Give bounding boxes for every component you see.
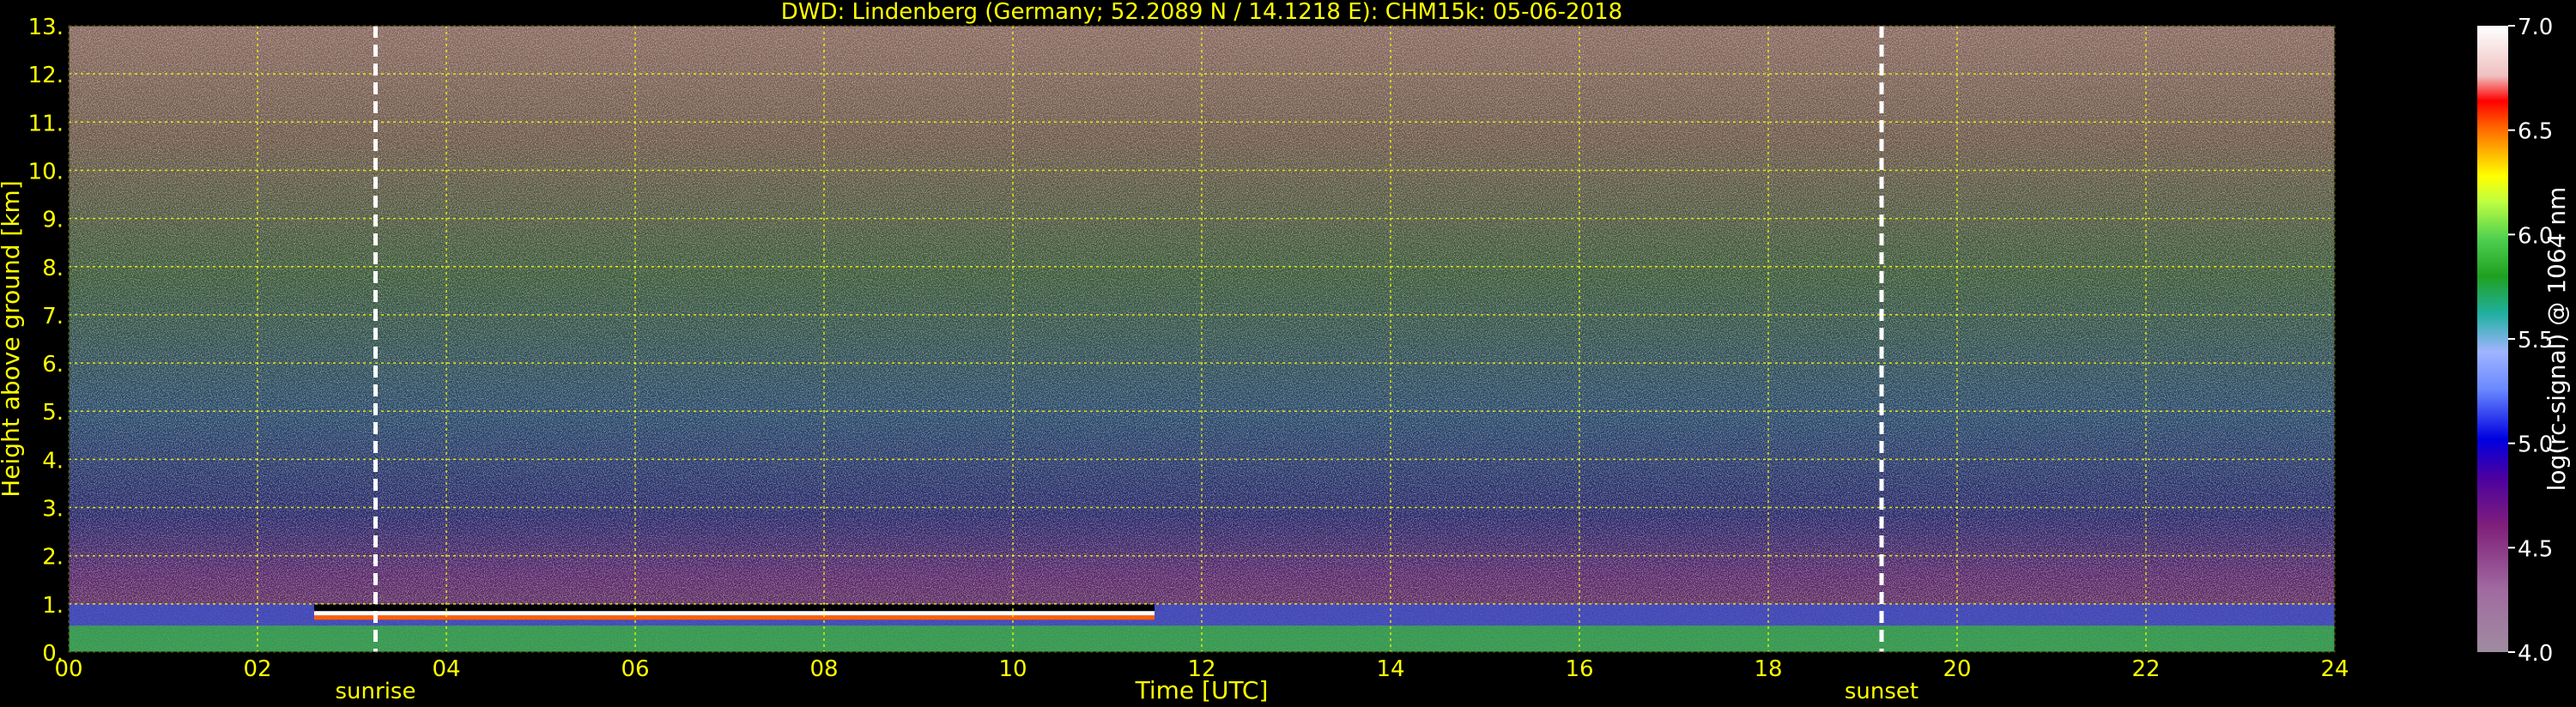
colorbar-gradient (2477, 26, 2508, 652)
y-tick-label: 1. (42, 593, 64, 619)
layer-1-top (314, 604, 1155, 612)
x-tick-label: 14 (1376, 656, 1404, 682)
y-tick-label: 2. (42, 545, 64, 571)
x-tick-label: 20 (1943, 656, 1971, 682)
x-tick-label: 08 (809, 656, 838, 682)
x-tick-label: 00 (54, 656, 82, 682)
x-tick-label: 10 (998, 656, 1027, 682)
chart-title: DWD: Lindenberg (Germany; 52.2089 N / 14… (781, 0, 1622, 25)
x-tick-label: 16 (1565, 656, 1593, 682)
layer-1-mid (314, 611, 1155, 616)
y-tick-label: 8. (42, 256, 64, 281)
x-tick-label: 24 (2320, 656, 2349, 682)
y-tick-label: 9. (42, 208, 64, 233)
x-axis-label: Time [UTC] (1135, 676, 1269, 704)
y-tick-label: 3. (42, 497, 64, 523)
y-tick-label: 6. (42, 352, 64, 378)
layer-1-bottom (314, 615, 1155, 620)
y-tick-label: 10. (28, 159, 64, 184)
sun-event-label: sunrise (336, 679, 416, 704)
ceilometer-chart: 0.1.2.3.4.5.6.7.8.9.10.11.12.13. 00 02 04 0… (0, 0, 2571, 704)
plot-area (68, 25, 2336, 653)
x-tick-label: 06 (621, 656, 649, 682)
x-tick-label: 04 (432, 656, 460, 682)
colorbar: 4.04.55.05.56.06.57.0 log(rc-signal) @ 1… (2477, 15, 2571, 667)
colorbar-tick-label: 7.0 (2518, 15, 2553, 40)
y-axis-label: Height above ground [km] (0, 180, 25, 498)
x-tick-label: 18 (1754, 656, 1782, 682)
y-tick-label: 4. (42, 448, 64, 474)
x-tick-label: 02 (243, 656, 271, 682)
y-tick-label: 11. (28, 111, 64, 136)
colorbar-tick-label: 6.5 (2518, 119, 2553, 145)
y-tick-label: 7. (42, 304, 64, 329)
y-tick-label: 13. (28, 15, 64, 40)
x-tick-label: 22 (2131, 656, 2160, 682)
y-tick-label: 5. (42, 400, 64, 426)
sun-event-label: sunset (1845, 679, 1918, 704)
colorbar-label: log(rc-signal) @ 1064 nm (2543, 187, 2571, 492)
colorbar-tick-label: 4.0 (2518, 641, 2553, 667)
y-tick-labels: 0.1.2.3.4.5.6.7.8.9.10.11.12.13. (28, 15, 64, 667)
y-tick-label: 12. (28, 63, 64, 88)
sun-event-labels: sunrise sunset (336, 679, 1919, 704)
colorbar-tick-label: 4.5 (2518, 536, 2553, 562)
